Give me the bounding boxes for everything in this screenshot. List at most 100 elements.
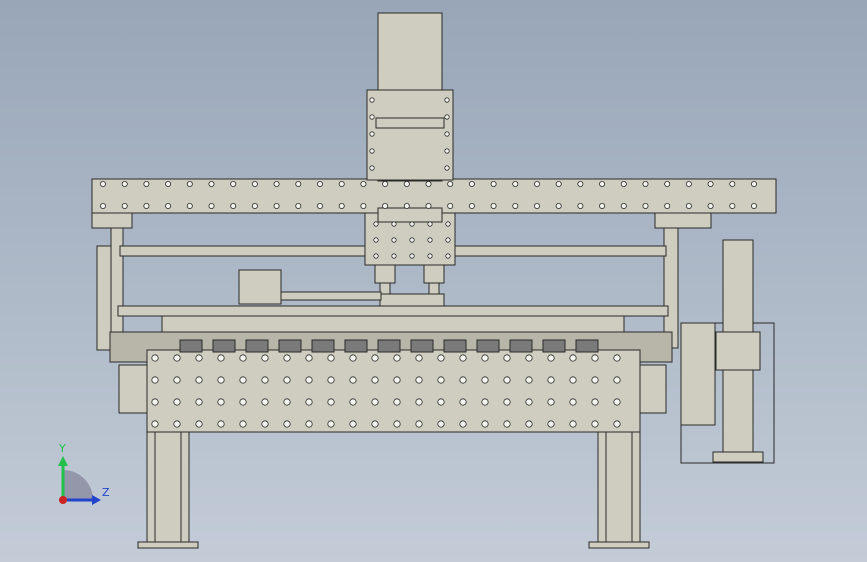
frame-hole <box>371 376 379 384</box>
frame-hole <box>547 398 555 406</box>
gantry-hole <box>534 180 541 187</box>
frame-hole <box>569 354 577 362</box>
gantry-hole <box>295 180 302 187</box>
frame-hole <box>239 376 247 384</box>
frame-hole <box>195 354 203 362</box>
gantry-hole <box>664 202 671 209</box>
frame-hole <box>195 398 203 406</box>
drive-motor <box>245 339 269 353</box>
frame-hole <box>151 420 159 428</box>
gantry-hole <box>100 202 107 209</box>
frame-hole <box>349 398 357 406</box>
gantry-hole <box>295 202 302 209</box>
gantry-hole <box>512 180 519 187</box>
gantry-hole <box>251 202 258 209</box>
side-unit-arm <box>280 291 382 301</box>
frame-hole <box>283 354 291 362</box>
carriage-hole <box>409 253 415 259</box>
frame-hole <box>239 420 247 428</box>
carriage-hole <box>373 253 379 259</box>
vertical-slide-bracket <box>712 451 764 463</box>
drive-motor <box>311 339 335 353</box>
frame-hole <box>569 376 577 384</box>
frame-hole <box>393 354 401 362</box>
gantry-hole <box>599 202 606 209</box>
gantry-hole <box>121 180 128 187</box>
z-axis-label: Z <box>102 486 110 499</box>
frame-hole <box>437 354 445 362</box>
carriage-hole <box>445 237 451 243</box>
gantry-hole <box>599 180 606 187</box>
gantry-hole <box>707 202 714 209</box>
frame-hole <box>151 376 159 384</box>
frame-hole <box>349 354 357 362</box>
frame-hole <box>503 420 511 428</box>
frame-hole <box>591 354 599 362</box>
gantry-hole <box>165 202 172 209</box>
gantry-hole <box>425 180 432 187</box>
gantry-hole <box>512 202 519 209</box>
frame-hole <box>327 398 335 406</box>
gantry-hole <box>447 180 454 187</box>
frame-hole <box>547 354 555 362</box>
column-hole <box>369 165 375 171</box>
frame-hole <box>239 398 247 406</box>
gantry-hole <box>186 180 193 187</box>
frame-hole <box>481 376 489 384</box>
gantry-hole <box>251 180 258 187</box>
drive-motor <box>509 339 533 353</box>
carriage-hole <box>409 221 415 227</box>
motor-box <box>680 322 716 426</box>
column-hole <box>369 97 375 103</box>
carriage-hole <box>373 237 379 243</box>
frame-hole <box>327 354 335 362</box>
carriage-hole <box>445 221 451 227</box>
frame-hole <box>591 376 599 384</box>
gantry-hole <box>143 180 150 187</box>
rear-frame-left <box>118 364 152 414</box>
carriage-hole <box>427 221 433 227</box>
carriage-hole <box>409 237 415 243</box>
gantry-hole <box>642 202 649 209</box>
frame-hole <box>613 398 621 406</box>
frame-hole <box>547 376 555 384</box>
gantry-right-foot <box>654 212 712 229</box>
frame-hole <box>547 420 555 428</box>
gantry-hole <box>468 180 475 187</box>
frame-hole <box>525 376 533 384</box>
gantry-hole <box>534 202 541 209</box>
carriage-hole <box>391 221 397 227</box>
frame-hole <box>503 398 511 406</box>
frame-hole <box>261 420 269 428</box>
drive-motor <box>575 339 599 353</box>
carriage-hole <box>391 237 397 243</box>
frame-hole <box>459 398 467 406</box>
gantry-hole <box>577 202 584 209</box>
gantry-hole <box>555 202 562 209</box>
frame-hole <box>283 376 291 384</box>
frame-hole <box>503 354 511 362</box>
gantry-hole <box>338 202 345 209</box>
gantry-hole <box>664 180 671 187</box>
frame-hole <box>195 420 203 428</box>
frame-hole <box>481 420 489 428</box>
frame-hole <box>261 376 269 384</box>
vertical-slide-plate <box>715 331 761 371</box>
gantry-hole <box>403 202 410 209</box>
frame-hole <box>371 398 379 406</box>
frame-hole <box>305 354 313 362</box>
column-hole <box>369 148 375 154</box>
cad-viewport[interactable] <box>0 0 867 562</box>
frame-hole <box>305 376 313 384</box>
gantry-hole <box>751 202 758 209</box>
frame-hole <box>327 376 335 384</box>
frame-hole <box>393 420 401 428</box>
frame-hole <box>415 354 423 362</box>
frame-hole <box>393 376 401 384</box>
front-frame <box>146 349 641 433</box>
frame-hole <box>151 398 159 406</box>
spindle-mount <box>379 293 445 307</box>
carriage-hole <box>427 237 433 243</box>
frame-hole <box>349 420 357 428</box>
gantry-hole <box>403 180 410 187</box>
